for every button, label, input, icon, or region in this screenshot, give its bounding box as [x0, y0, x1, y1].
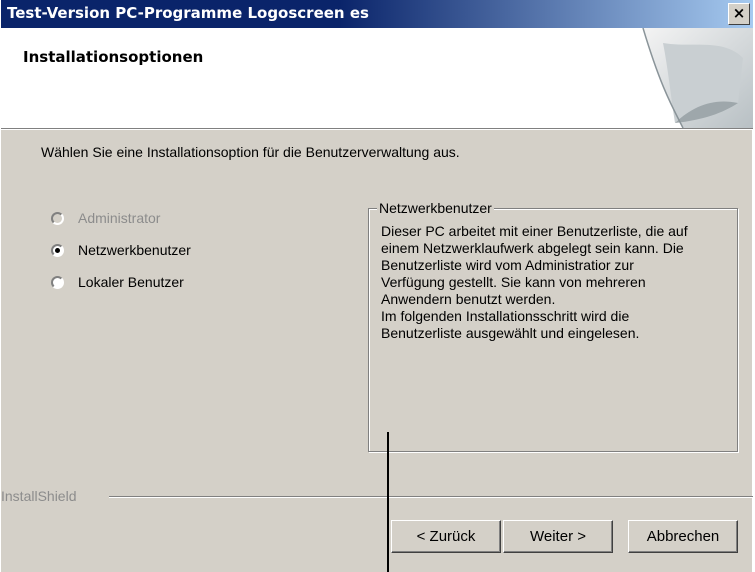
- description-groupbox: Netzwerkbenutzer Dieser PC arbeitet mit …: [368, 200, 738, 452]
- radio-label: Netzwerkbenutzer: [78, 242, 191, 258]
- description-line: Benutzerliste wird vom Administratior zu…: [381, 257, 634, 273]
- description-line: Benutzerliste ausgewählt und eingelesen.: [381, 325, 640, 341]
- groupbox-title: Netzwerkbenutzer: [377, 200, 494, 216]
- radio-indicator[interactable]: [51, 243, 64, 257]
- description-line: Im folgenden Installationsschritt wird d…: [381, 308, 630, 324]
- close-button[interactable]: ×: [728, 3, 750, 25]
- annotation-pointer-line: [387, 432, 389, 572]
- installer-dialog: Test-Version PC-Programme Logoscreen es …: [0, 0, 753, 572]
- radio-lokaler-benutzer[interactable]: Lokaler Benutzer: [51, 274, 184, 290]
- cancel-button[interactable]: Abbrechen: [628, 520, 738, 553]
- page-heading: Installationsoptionen: [23, 48, 204, 66]
- radio-label: Administrator: [78, 210, 161, 226]
- radio-indicator[interactable]: [51, 275, 64, 289]
- description-line: Anwendern benutzt werden.: [381, 291, 556, 307]
- description-text: Dieser PC arbeitet mit einer Benutzerlis…: [381, 223, 733, 342]
- description-line: einem Netzwerklaufwerk abgelegt sein kan…: [381, 240, 684, 256]
- title-bar[interactable]: Test-Version PC-Programme Logoscreen es …: [1, 0, 753, 28]
- installshield-brand: InstallShield: [1, 488, 77, 504]
- page-curl-decoration: [642, 28, 753, 128]
- next-button[interactable]: Weiter >: [503, 520, 613, 553]
- header-divider: [1, 128, 753, 130]
- radio-netzwerkbenutzer[interactable]: Netzwerkbenutzer: [51, 242, 191, 258]
- footer-divider: [109, 496, 753, 498]
- description-line: Dieser PC arbeitet mit einer Benutzerlis…: [381, 223, 688, 239]
- instruction-text: Wählen Sie eine Installationsoption für …: [41, 144, 460, 160]
- header-banner: Installationsoptionen: [1, 28, 753, 128]
- description-line: Verfügung gestellt. Sie kann von mehrere…: [381, 274, 646, 290]
- radio-indicator: [51, 211, 64, 225]
- radio-label: Lokaler Benutzer: [78, 274, 184, 290]
- radio-administrator: Administrator: [51, 210, 160, 226]
- back-button[interactable]: < Zurück: [391, 520, 501, 553]
- window-title: Test-Version PC-Programme Logoscreen es: [7, 4, 369, 22]
